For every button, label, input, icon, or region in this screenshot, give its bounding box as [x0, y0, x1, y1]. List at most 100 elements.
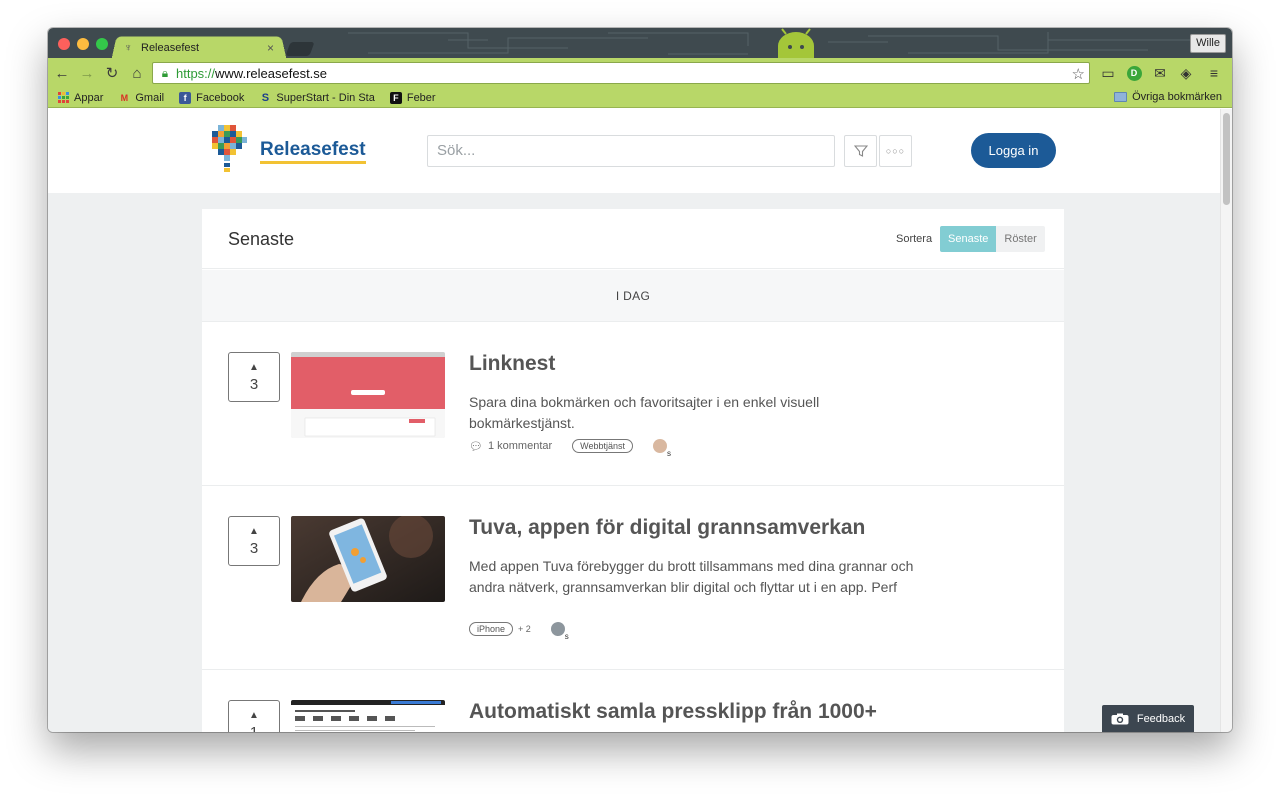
bookmark-label: Feber: [406, 91, 436, 104]
avatar[interactable]: s: [653, 439, 671, 458]
item-meta: iPhone + 2 s: [469, 622, 569, 641]
web-page: Releasefest Sök... ○○○ Logga in Senaste …: [48, 109, 1232, 732]
upvote-button[interactable]: ▲ 1: [228, 700, 280, 732]
bookmark-label: Gmail: [135, 91, 165, 104]
scrollbar-thumb[interactable]: [1223, 113, 1230, 205]
comment-icon: 💬︎: [469, 440, 483, 453]
other-bookmarks[interactable]: Övriga bokmärken: [1114, 91, 1222, 103]
home-icon[interactable]: ⌂: [126, 62, 148, 84]
bookmark-superstart[interactable]: S SuperStart - Din Sta: [259, 91, 375, 104]
bookmark-label: Facebook: [196, 91, 245, 104]
tuva-phone-photo: [291, 516, 445, 602]
item-meta: 💬︎ 1 kommentar Webbtjänst s: [469, 439, 671, 458]
forward-arrow-icon[interactable]: →: [76, 62, 98, 84]
filter-button[interactable]: [844, 135, 877, 167]
browser-toolbar: ← → ↻ ⌂ 🔒︎ https://www.releasefest.se ☆ …: [48, 58, 1232, 88]
item-title[interactable]: Automatiskt samla pressklipp från 1000+: [469, 700, 877, 724]
upvote-button[interactable]: ▲ 3: [228, 352, 280, 402]
listing-title: Senaste: [228, 229, 295, 249]
item-description: Med appen Tuva förebygger du brott tills…: [469, 558, 914, 595]
back-arrow-icon[interactable]: ←: [51, 62, 73, 84]
sort-label: Sortera: [896, 233, 933, 245]
tag-pill[interactable]: Webbtjänst: [572, 439, 634, 453]
tab-content: ♆ Releasefest ×: [124, 38, 280, 58]
tag-pill[interactable]: iPhone: [469, 622, 514, 636]
mail-icon[interactable]: ✉: [1149, 62, 1171, 84]
upvote-arrow-icon: ▲: [249, 710, 259, 721]
pressklipp-screenshot: [291, 700, 445, 732]
extra-tags-count[interactable]: + 2: [518, 624, 531, 634]
other-bookmarks-label: Övriga bokmärken: [1132, 91, 1222, 103]
comment-count[interactable]: 1 kommentar: [488, 440, 552, 452]
url-host: www.releasefest.se: [215, 65, 328, 81]
list-item: ▲ 3 Tuva, appen för digital grannsamverk…: [202, 486, 1064, 670]
item-title[interactable]: Tuva, appen för digital grannsamverkan: [469, 516, 865, 540]
superstart-icon: S: [261, 91, 270, 104]
browser-window: ♆ Releasefest × Wille ← → ↻ ⌂ 🔒︎ https:/…: [48, 28, 1232, 732]
vote-count: 1: [229, 724, 279, 732]
site-logo-text[interactable]: Releasefest: [260, 139, 366, 164]
menu-icon[interactable]: ≡: [1203, 62, 1225, 84]
bookmark-appar[interactable]: Appar: [57, 92, 103, 104]
more-options-button[interactable]: ○○○: [879, 135, 912, 167]
cast-icon[interactable]: ▭: [1097, 62, 1119, 84]
releasefest-logo-icon[interactable]: [210, 125, 248, 173]
list-item: ▲ 1 Automatiskt samla pressklipp från 10…: [202, 670, 1064, 732]
item-thumbnail[interactable]: [291, 352, 445, 438]
filter-icon: [853, 145, 868, 157]
bookmark-feber[interactable]: F Feber: [389, 91, 436, 104]
apps-grid-icon: [57, 92, 69, 104]
folder-icon: [1114, 92, 1128, 102]
feedback-button[interactable]: Feedback: [1102, 705, 1194, 732]
lock-icon: 🔒︎: [161, 65, 169, 80]
zoom-window-button[interactable]: [96, 38, 108, 50]
bookmark-star-icon[interactable]: ☆: [1072, 65, 1085, 83]
sort-votes-button[interactable]: Röster: [996, 226, 1045, 252]
vote-count: 3: [249, 376, 259, 393]
item-thumbnail[interactable]: [291, 516, 445, 602]
url-protocol: https://: [176, 65, 216, 81]
upvote-button[interactable]: ▲ 3: [228, 516, 280, 566]
listing-panel: Senaste Sortera Senaste Röster I DAG ▲ 3: [202, 209, 1064, 732]
feber-icon: F: [389, 91, 402, 104]
day-heading: I DAG: [202, 270, 1064, 322]
minimize-window-button[interactable]: [77, 38, 89, 50]
gmail-icon: M: [120, 92, 129, 103]
vote-count: 3: [249, 540, 259, 557]
camera-icon: [1111, 713, 1129, 724]
bookmark-label: Appar: [74, 91, 104, 104]
avatar[interactable]: s: [550, 622, 569, 641]
title-bar: ♆ Releasefest × Wille: [48, 28, 1232, 58]
login-button[interactable]: Logga in: [971, 133, 1056, 168]
bookmark-label: SuperStart - Din Sta: [276, 91, 375, 104]
bookmarks-bar: Appar M Gmail f Facebook S SuperStart - …: [48, 88, 1232, 108]
sort-latest-button[interactable]: Senaste: [940, 226, 997, 252]
reload-icon[interactable]: ↻: [101, 62, 123, 84]
extension-green-icon[interactable]: D: [1123, 62, 1145, 84]
tab-title: Releasefest: [141, 42, 200, 54]
tab-close-icon[interactable]: ×: [267, 41, 274, 55]
profile-button[interactable]: Wille: [1190, 34, 1226, 53]
item-title[interactable]: Linknest: [469, 352, 555, 376]
listing-header: Senaste Sortera Senaste Röster: [202, 209, 1064, 269]
window-controls: [58, 38, 108, 50]
feedback-label: Feedback: [1136, 712, 1186, 725]
site-header: Releasefest Sök... ○○○ Logga in: [48, 109, 1220, 193]
upvote-arrow-icon: ▲: [249, 362, 259, 373]
bookmark-gmail[interactable]: M Gmail: [118, 92, 164, 104]
bookmark-facebook[interactable]: f Facebook: [179, 91, 245, 104]
page-scrollbar[interactable]: [1220, 109, 1232, 732]
android-theme-icon: [778, 28, 814, 58]
linknest-screenshot: [291, 352, 445, 438]
item-description: Spara dina bokmärken och favoritsajter i…: [469, 394, 820, 431]
item-thumbnail[interactable]: [291, 700, 445, 732]
releasefest-favicon-icon: ♆: [124, 42, 133, 54]
layers-icon[interactable]: ◈: [1175, 62, 1197, 84]
list-item: ▲ 3 Linknest Spara dina bokmärken och fa…: [202, 322, 1064, 486]
sort-toggle: Senaste Röster: [940, 226, 1045, 252]
address-bar[interactable]: 🔒︎ https://www.releasefest.se ☆: [152, 62, 1090, 84]
facebook-icon: f: [179, 91, 192, 104]
upvote-arrow-icon: ▲: [249, 526, 259, 537]
search-input[interactable]: Sök...: [427, 135, 835, 167]
close-window-button[interactable]: [58, 38, 70, 50]
